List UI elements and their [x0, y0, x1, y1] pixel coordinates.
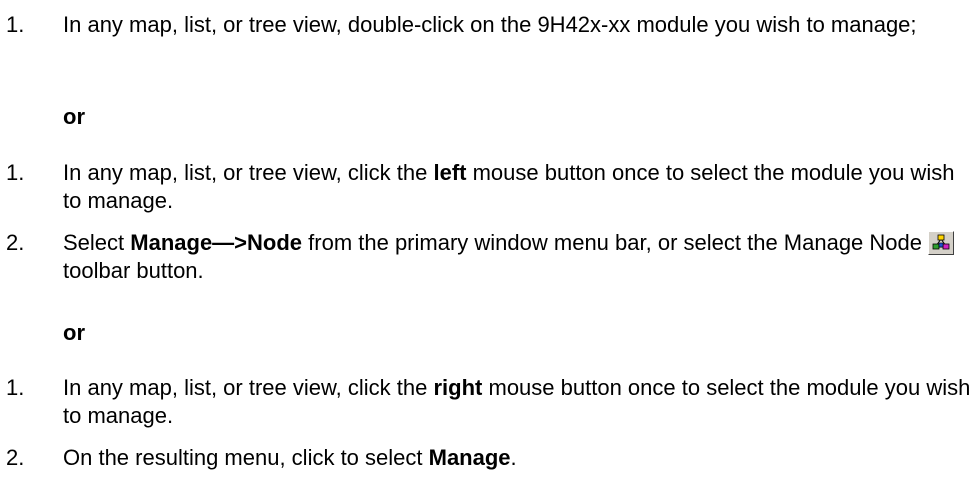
manage-node-icon [928, 231, 954, 255]
option-a-step-1: 1. In any map, list, or tree view, doubl… [6, 11, 974, 39]
step-number: 2. [6, 230, 25, 255]
step-text-part: In any map, list, or tree view, click th… [63, 160, 434, 185]
option-b-step-2: 2. Select Manage—>Node from the primary … [6, 229, 974, 285]
step-text-emphasis: Manage [428, 445, 511, 470]
or-separator-2: or [63, 320, 85, 345]
step-number: 1. [6, 12, 25, 37]
step-text: On the resulting menu, click to select M… [63, 444, 974, 472]
step-text-part: In any map, list, or tree view, click th… [63, 375, 434, 400]
option-c-step-1: 1. In any map, list, or tree view, click… [6, 374, 974, 430]
step-number: 1. [6, 375, 25, 400]
step-text-emphasis: Manage—>Node [130, 230, 303, 255]
step-text-part: from the primary window menu bar, or sel… [302, 230, 922, 255]
step-text: Select Manage—>Node from the primary win… [63, 229, 974, 285]
option-c-step-2: 2. On the resulting menu, click to selec… [6, 444, 974, 472]
step-text-part: toolbar button. [63, 258, 204, 283]
option-b-step-1: 1. In any map, list, or tree view, click… [6, 159, 974, 215]
step-number: 2. [6, 445, 25, 470]
step-text: In any map, list, or tree view, click th… [63, 374, 974, 430]
step-text: In any map, list, or tree view, click th… [63, 159, 974, 215]
step-text-part: . [510, 445, 517, 470]
step-text-emphasis: right [433, 375, 483, 400]
step-text-part: Select [63, 230, 131, 255]
step-text: In any map, list, or tree view, double-c… [63, 12, 917, 37]
step-text-part: On the resulting menu, click to select [63, 445, 429, 470]
step-number: 1. [6, 160, 25, 185]
or-separator-1: or [63, 104, 85, 129]
step-text-emphasis: left [433, 160, 467, 185]
